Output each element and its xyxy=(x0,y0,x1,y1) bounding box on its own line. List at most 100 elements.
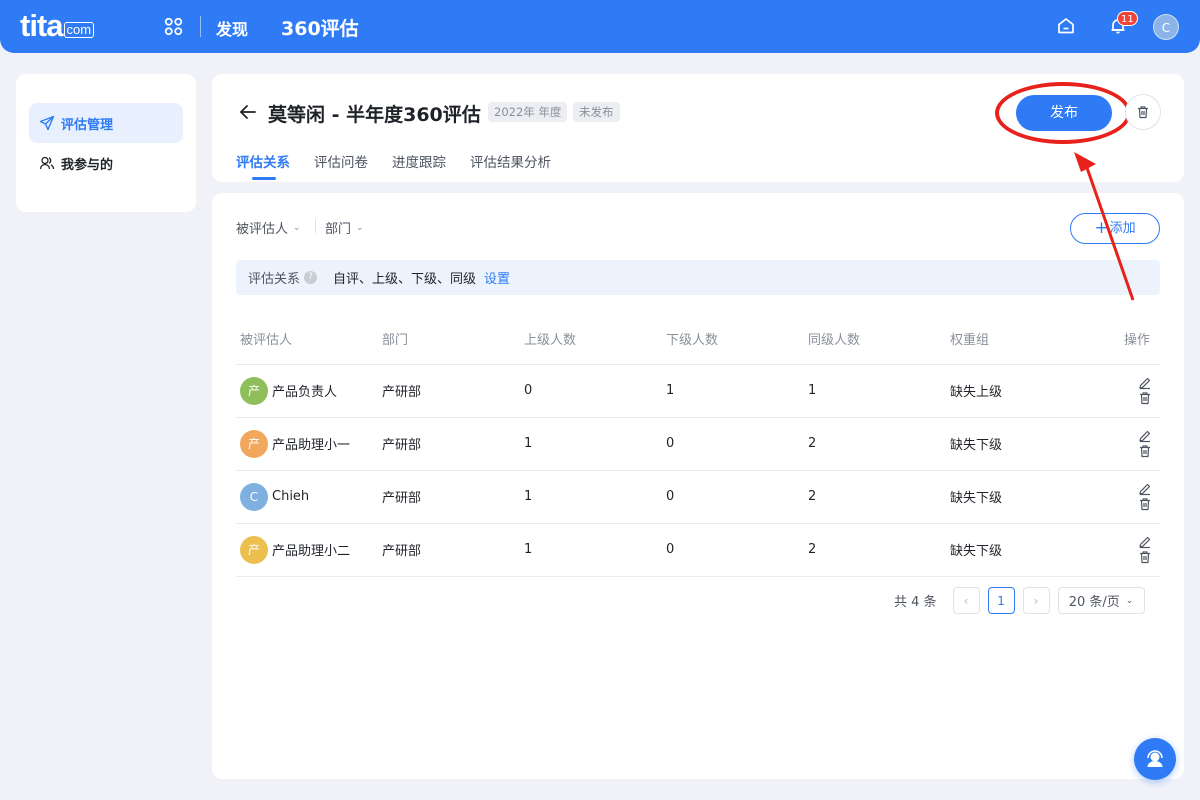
cell-department: 产研部 xyxy=(378,417,520,471)
relation-settings-link[interactable]: 设置 xyxy=(484,268,510,287)
customer-service-button[interactable] xyxy=(1134,738,1176,780)
sidebar-item-evaluation-management[interactable]: 评估管理 xyxy=(29,103,183,143)
trash-icon xyxy=(1138,106,1148,119)
cell-subordinates: 0 xyxy=(662,417,804,471)
apps-icon[interactable] xyxy=(164,17,183,36)
cell-superiors: 0 xyxy=(520,364,662,418)
evaluatee-name: 产品助理小一 xyxy=(272,438,351,453)
publish-button[interactable]: 发布 xyxy=(1016,95,1112,131)
nav-divider xyxy=(200,16,201,37)
cell-peers: 2 xyxy=(804,417,946,471)
edit-icon[interactable] xyxy=(1138,535,1152,549)
sidebar-item-label: 评估管理 xyxy=(61,117,114,133)
cell-weight-group: 缺失下级 xyxy=(946,470,1088,524)
sidebar-item-label: 我参与的 xyxy=(61,157,114,173)
prev-page-button[interactable]: ‹ xyxy=(952,587,980,614)
cell-evaluatee: 产 产品助理小二 xyxy=(236,523,378,577)
edit-icon[interactable] xyxy=(1138,376,1152,390)
plus-icon: + xyxy=(1094,218,1109,238)
cell-actions xyxy=(1088,523,1160,577)
year-tag: 2022年 年度 xyxy=(488,102,568,122)
tab-progress[interactable]: 进度跟踪 xyxy=(392,151,446,181)
logo-suffix: com xyxy=(63,22,95,38)
edit-icon[interactable] xyxy=(1138,482,1152,496)
cell-peers: 1 xyxy=(804,364,946,418)
page-number-button[interactable]: 1 xyxy=(987,587,1015,614)
tab-result-analysis[interactable]: 评估结果分析 xyxy=(470,151,551,181)
cell-department: 产研部 xyxy=(378,364,520,418)
cell-weight-group: 缺失下级 xyxy=(946,417,1088,471)
table-row: 产 产品助理小二 产研部 1 0 2 缺失下级 xyxy=(236,523,1160,577)
cell-subordinates: 0 xyxy=(662,470,804,524)
chevron-down-icon: ⌄ xyxy=(293,222,301,233)
nav-discover[interactable]: 发现 xyxy=(216,16,248,40)
evaluatee-name: 产品负责人 xyxy=(272,385,338,400)
avatar: 产 xyxy=(240,429,268,458)
filter-divider xyxy=(315,219,316,233)
top-bar: tita com 发现 360评估 11 C xyxy=(0,0,1200,53)
cell-actions xyxy=(1088,364,1160,418)
help-question-icon[interactable]: ? xyxy=(304,271,318,284)
col-peers: 同级人数 xyxy=(804,313,946,365)
total-count: 共 4 条 xyxy=(894,595,937,610)
chevron-down-icon: ⌄ xyxy=(1125,595,1134,606)
department-filter[interactable]: 部门 ⌄ xyxy=(325,218,364,237)
cell-actions xyxy=(1088,417,1160,471)
sidebar-item-participated[interactable]: 我参与的 xyxy=(29,143,183,183)
cell-evaluatee: C Chieh xyxy=(236,470,378,524)
col-actions: 操作 xyxy=(1088,313,1160,365)
edit-icon[interactable] xyxy=(1138,429,1152,443)
cell-superiors: 1 xyxy=(520,417,662,471)
page-title: 莫等闲 - 半年度360评估 xyxy=(268,104,481,126)
header-card: 莫等闲 - 半年度360评估 2022年 年度 未发布 发布 评估关系 评估问卷… xyxy=(212,74,1184,182)
col-subordinates: 下级人数 xyxy=(662,313,804,365)
logo-text: tita xyxy=(20,8,63,43)
home-icon[interactable] xyxy=(1056,16,1076,36)
trash-icon[interactable] xyxy=(1138,550,1152,564)
table-header-row: 被评估人 部门 上级人数 下级人数 同级人数 权重组 操作 xyxy=(236,313,1160,365)
cell-evaluatee: 产 产品负责人 xyxy=(236,364,378,418)
avatar: 产 xyxy=(240,535,268,564)
trash-icon[interactable] xyxy=(1138,497,1152,511)
evaluatee-table: 被评估人 部门 上级人数 下级人数 同级人数 权重组 操作 产 产品负责人 产研… xyxy=(236,313,1160,577)
next-page-button[interactable]: › xyxy=(1022,587,1050,614)
add-button[interactable]: +添加 xyxy=(1070,213,1160,244)
cell-evaluatee: 产 产品助理小一 xyxy=(236,417,378,471)
sidebar: 评估管理 我参与的 xyxy=(16,74,196,212)
department-filter-label: 部门 xyxy=(325,222,352,237)
col-weight-group: 权重组 xyxy=(946,313,1088,365)
col-department: 部门 xyxy=(378,313,520,365)
relation-label: 评估关系 xyxy=(248,272,301,287)
trash-icon[interactable] xyxy=(1138,444,1152,458)
cell-superiors: 1 xyxy=(520,523,662,577)
table-row: 产 产品助理小一 产研部 1 0 2 缺失下级 xyxy=(236,417,1160,471)
notification-badge: 11 xyxy=(1117,11,1138,26)
cell-subordinates: 0 xyxy=(662,523,804,577)
delete-evaluation-button[interactable] xyxy=(1125,94,1161,130)
nav-360-evaluation[interactable]: 360评估 xyxy=(281,14,359,41)
tab-questionnaire[interactable]: 评估问卷 xyxy=(314,151,368,181)
page-size-label: 20 条/页 xyxy=(1068,595,1120,610)
relation-value: 自评、上级、下级、同级 xyxy=(333,272,477,287)
page-size-select[interactable]: 20 条/页 ⌄ xyxy=(1057,587,1145,614)
tab-evaluation-relations[interactable]: 评估关系 xyxy=(236,151,290,181)
user-avatar[interactable]: C xyxy=(1153,14,1179,40)
cell-peers: 2 xyxy=(804,470,946,524)
pagination: 共 4 条 ‹ 1 › 20 条/页 ⌄ xyxy=(894,587,1145,614)
evaluatee-filter[interactable]: 被评估人 ⌄ xyxy=(236,218,301,237)
col-evaluatee: 被评估人 xyxy=(236,313,378,365)
tab-bar: 评估关系 评估问卷 进度跟踪 评估结果分析 xyxy=(236,151,575,181)
back-arrow-icon[interactable] xyxy=(237,101,259,123)
evaluatee-filter-label: 被评估人 xyxy=(236,222,289,237)
relation-bar: 评估关系 ? 自评、上级、下级、同级 设置 xyxy=(236,260,1160,295)
trash-icon[interactable] xyxy=(1138,391,1152,405)
cell-department: 产研部 xyxy=(378,523,520,577)
avatar: 产 xyxy=(240,376,268,405)
table-row: C Chieh 产研部 1 0 2 缺失下级 xyxy=(236,470,1160,524)
add-button-label: 添加 xyxy=(1109,221,1136,236)
evaluatee-name: Chieh xyxy=(272,489,310,504)
main-card: 被评估人 ⌄ 部门 ⌄ +添加 评估关系 ? 自评、上级、下级、同级 设置 被评估人… xyxy=(212,193,1184,779)
cell-superiors: 1 xyxy=(520,470,662,524)
headset-icon xyxy=(1147,750,1163,767)
tita-logo[interactable]: tita com xyxy=(20,8,95,44)
